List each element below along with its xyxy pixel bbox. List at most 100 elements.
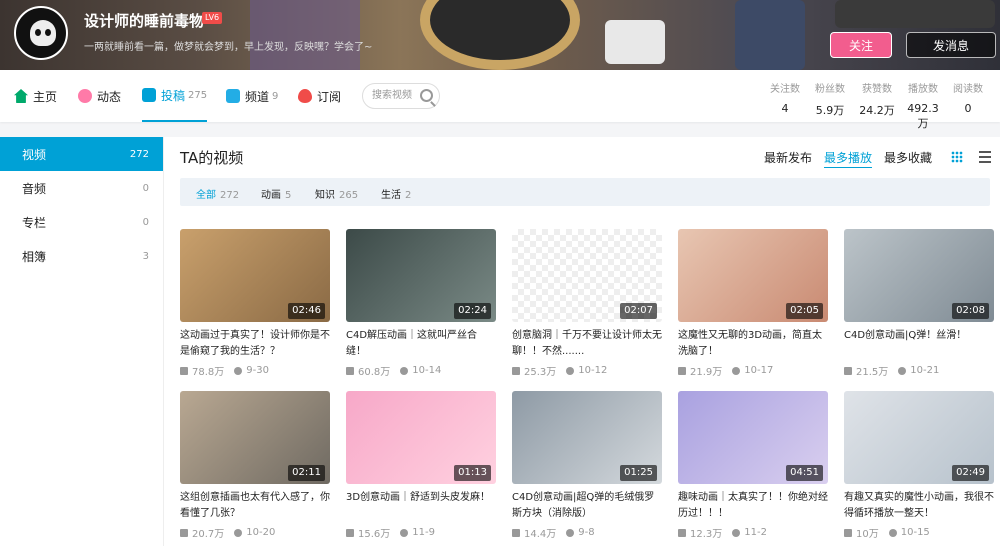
video-card[interactable]: 02:49 有趣又真实的魔性小动画，我很不得循环播放一整天！ 10万 10-15 [844, 391, 994, 540]
avatar[interactable] [14, 6, 68, 60]
filter-life[interactable]: 生活 2 [381, 186, 411, 201]
play-count-icon [512, 366, 520, 375]
search-input[interactable]: 搜索视频 [362, 83, 440, 109]
content-type-sidebar: 视频 272 音频 0 专栏 0 相簿 3 [0, 137, 163, 546]
message-button[interactable]: 发消息 [906, 32, 996, 58]
video-card[interactable]: 01:25 C4D创意动画|超Q弹的毛绒俄罗斯方块（消除版） 14.4万 9-8 [512, 391, 662, 540]
tab-uploads[interactable]: 投稿 275 [142, 70, 208, 122]
view-count-value: 10万 [856, 529, 879, 540]
tab-dynamic[interactable]: 动态 [78, 70, 121, 122]
upload-date: 10-14 [400, 363, 441, 378]
view-count: 12.3万 [678, 525, 722, 540]
clock-icon [732, 528, 741, 537]
clock-icon [888, 528, 897, 537]
view-count-value: 14.4万 [524, 529, 557, 540]
sidebar-item-video[interactable]: 视频 272 [0, 137, 163, 171]
upload-date-value: 11-9 [412, 527, 435, 538]
video-card[interactable]: 02:08 C4D创意动画|Q弹！丝滑！ 21.5万 10-21 [844, 229, 994, 378]
play-count-icon [180, 528, 188, 537]
sort-most-favorited[interactable]: 最多收藏 [884, 149, 932, 166]
upload-date: 10-17 [732, 363, 773, 378]
video-meta: 21.5万 10-21 [844, 363, 994, 378]
video-upload-icon [142, 88, 156, 102]
video-meta: 10万 10-15 [844, 525, 994, 540]
view-count-value: 12.3万 [690, 529, 723, 540]
clock-icon [234, 528, 243, 537]
tab-channels[interactable]: 频道 9 [226, 70, 278, 122]
filter-animation[interactable]: 动画 5 [261, 186, 291, 201]
home-icon [14, 89, 28, 103]
stat-likes: 获赞数 24.2万 [857, 80, 897, 118]
search-icon[interactable] [420, 89, 433, 102]
play-count-icon [844, 528, 852, 537]
list-view-icon[interactable] [979, 151, 991, 163]
profile-banner: 设计师的睡前毒物 LV6 一两就睡前看一篇，做梦就会梦到，早上发现，反映嘿？学会… [0, 0, 1000, 70]
video-duration: 02:49 [952, 465, 989, 481]
video-duration: 04:51 [786, 465, 823, 481]
video-card[interactable]: 02:24 C4D解压动画｜这就叫严丝合缝！ 60.8万 10-14 [346, 229, 496, 378]
video-title[interactable]: 这组创意插画也太有代入感了，你看懂了几张？ [180, 490, 330, 522]
video-thumbnail[interactable]: 04:51 [678, 391, 828, 484]
sidebar-item-albums[interactable]: 相簿 3 [0, 239, 163, 273]
video-title[interactable]: C4D创意动画|Q弹！丝滑！ [844, 328, 994, 360]
video-thumbnail[interactable]: 01:13 [346, 391, 496, 484]
sort-most-played[interactable]: 最多播放 [824, 149, 873, 168]
upload-date-value: 10-17 [744, 365, 774, 376]
tab-label: 订阅 [317, 89, 342, 104]
tv-mascot-icon [605, 20, 665, 64]
video-card[interactable]: 02:46 这动画过于真实了！设计师你是不是偷窥了我的生活？？ 78.8万 9-30 [180, 229, 330, 378]
video-title[interactable]: 创意脑洞｜千万不要让设计师太无聊！！不然....... [512, 328, 662, 360]
view-count-value: 20.7万 [192, 529, 225, 540]
video-title[interactable]: 这动画过于真实了！设计师你是不是偷窥了我的生活？？ [180, 328, 330, 360]
video-thumbnail[interactable]: 02:07 [512, 229, 662, 322]
video-card[interactable]: 02:11 这组创意插画也太有代入感了，你看懂了几张？ 20.7万 10-20 [180, 391, 330, 540]
filter-label: 生活 [381, 190, 401, 201]
upload-date-value: 10-14 [412, 365, 442, 376]
video-thumbnail[interactable]: 02:46 [180, 229, 330, 322]
video-title[interactable]: C4D创意动画|超Q弹的毛绒俄罗斯方块（消除版） [512, 490, 662, 522]
video-card[interactable]: 04:51 趣味动画｜太真实了！！你绝对经历过！！！ 12.3万 11-2 [678, 391, 828, 540]
view-count: 25.3万 [512, 363, 556, 378]
filter-all[interactable]: 全部 272 [196, 186, 239, 201]
category-filter-bar: 全部 272 动画 5 知识 265 生活 2 [180, 178, 990, 206]
sidebar-item-label: 音频 [22, 181, 47, 196]
sidebar-item-count: 272 [129, 148, 149, 160]
section-title: TA的视频 [180, 149, 244, 167]
video-card[interactable]: 02:07 创意脑洞｜千万不要让设计师太无聊！！不然....... 25.3万 10-… [512, 229, 662, 378]
play-count-icon [678, 528, 686, 537]
stat-following[interactable]: 关注数 4 [768, 80, 802, 115]
video-title[interactable]: C4D解压动画｜这就叫严丝合缝！ [346, 328, 496, 360]
video-thumbnail[interactable]: 01:25 [512, 391, 662, 484]
video-title[interactable]: 趣味动画｜太真实了！！你绝对经历过！！！ [678, 490, 828, 522]
clock-icon [732, 366, 741, 375]
follow-button[interactable]: 关注 [830, 32, 892, 58]
video-title[interactable]: 3D创意动画｜舒适到头皮发麻！ [346, 490, 496, 522]
video-thumbnail[interactable]: 02:05 [678, 229, 828, 322]
tab-subscriptions[interactable]: 订阅 [298, 70, 341, 122]
filter-label: 全部 [196, 190, 216, 201]
video-thumbnail[interactable]: 02:11 [180, 391, 330, 484]
skull-icon [30, 20, 56, 46]
video-card[interactable]: 02:05 这魔性又无聊的3D动画，简直太洗脑了！ 21.9万 10-17 [678, 229, 828, 378]
stat-fans[interactable]: 粉丝数 5.9万 [812, 80, 848, 118]
video-thumbnail[interactable]: 02:08 [844, 229, 994, 322]
stat-reads: 阅读数 0 [950, 80, 986, 115]
video-meta: 15.6万 11-9 [346, 525, 496, 540]
video-meta: 25.3万 10-12 [512, 363, 662, 378]
video-thumbnail[interactable]: 02:24 [346, 229, 496, 322]
filter-knowledge[interactable]: 知识 265 [315, 186, 358, 201]
stat-value: 24.2万 [859, 104, 895, 117]
video-thumbnail[interactable]: 02:49 [844, 391, 994, 484]
video-title[interactable]: 有趣又真实的魔性小动画，我很不得循环播放一整天！ [844, 490, 994, 522]
view-count: 14.4万 [512, 525, 556, 540]
video-title[interactable]: 这魔性又无聊的3D动画，简直太洗脑了！ [678, 328, 828, 360]
sidebar-item-audio[interactable]: 音频 0 [0, 171, 163, 205]
sidebar-item-count: 0 [142, 182, 149, 194]
sort-latest[interactable]: 最新发布 [764, 149, 812, 166]
sidebar-item-label: 视频 [22, 147, 47, 162]
view-count: 21.9万 [678, 363, 722, 378]
grid-view-icon[interactable] [951, 151, 963, 163]
sidebar-item-articles[interactable]: 专栏 0 [0, 205, 163, 239]
tab-home[interactable]: 主页 [14, 70, 57, 122]
video-card[interactable]: 01:13 3D创意动画｜舒适到头皮发麻！ 15.6万 11-9 [346, 391, 496, 540]
